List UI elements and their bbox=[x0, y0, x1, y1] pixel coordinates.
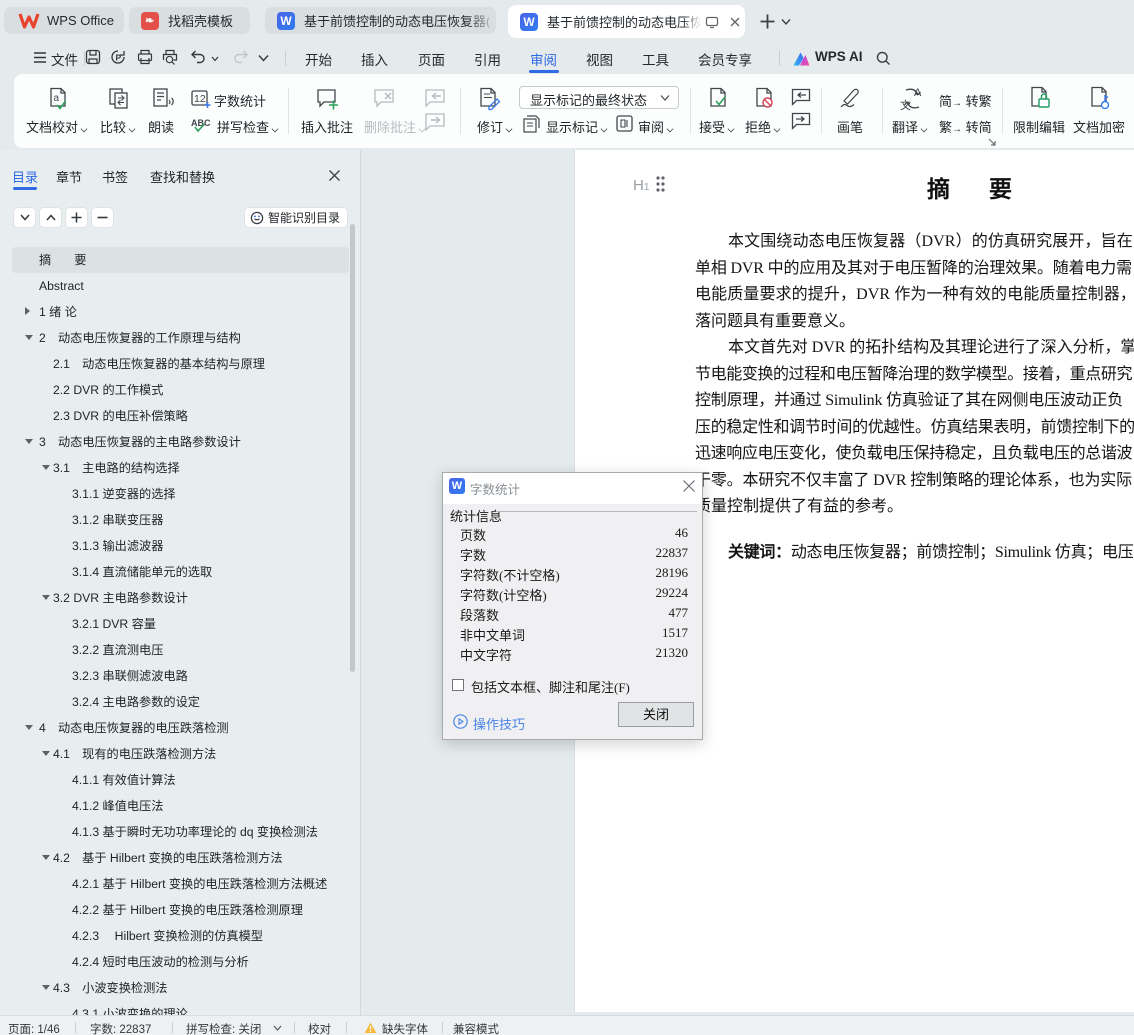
svg-text:ABC: ABC bbox=[191, 118, 211, 128]
svg-text:P: P bbox=[116, 53, 122, 63]
svg-text:12: 12 bbox=[194, 93, 206, 105]
svg-text:a: a bbox=[54, 93, 60, 104]
